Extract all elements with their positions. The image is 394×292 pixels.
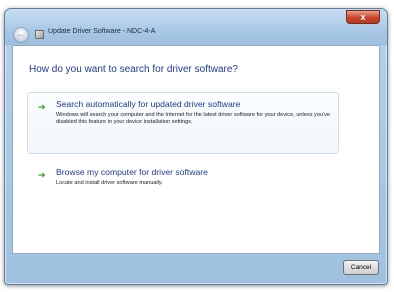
option-description: Locate and install driver software manua… [56, 180, 163, 186]
wizard-content: How do you want to search for driver sof… [12, 45, 380, 254]
title-bar[interactable]: ← Update Driver Software - NDC-4-A x [5, 9, 387, 45]
option-description: Windows will search your computer and th… [56, 112, 331, 125]
option-title: Search automatically for updated driver … [56, 99, 241, 109]
green-arrow-icon: ➔ [38, 170, 46, 180]
option-title: Browse my computer for driver software [56, 167, 208, 177]
close-button[interactable]: x [346, 10, 380, 24]
green-arrow-icon: ➔ [38, 102, 46, 112]
back-arrow-icon[interactable]: ← [13, 27, 29, 43]
search-automatically-option[interactable]: ➔ Search automatically for updated drive… [27, 92, 339, 154]
dialog-window: ← Update Driver Software - NDC-4-A x How… [4, 8, 388, 285]
window-title: Update Driver Software - NDC-4-A [48, 28, 156, 35]
cancel-button[interactable]: Cancel [343, 260, 379, 275]
page-heading: How do you want to search for driver sof… [29, 64, 238, 75]
device-icon [35, 30, 44, 39]
browse-computer-option[interactable]: ➔ Browse my computer for driver software… [27, 160, 339, 196]
close-icon: x [360, 12, 366, 22]
dialog-footer: Cancel [5, 254, 387, 284]
